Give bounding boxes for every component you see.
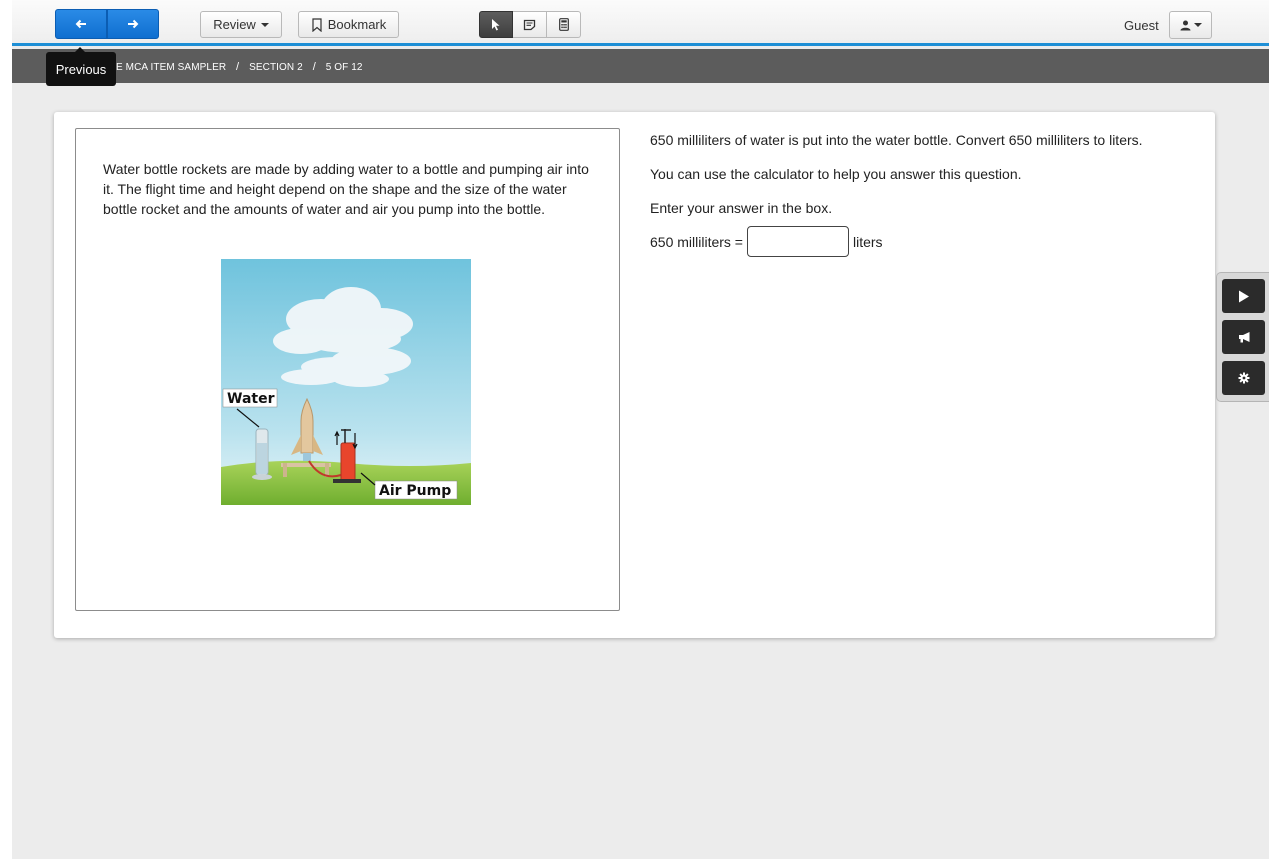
answer-input[interactable] [746,226,849,257]
gear-icon [1238,372,1249,384]
settings-button[interactable] [1222,361,1265,395]
notes-icon [523,19,536,30]
pointer-tool-button[interactable] [479,11,513,38]
passage-panel: Water bottle rockets are made by adding … [75,128,620,611]
app-frame: Review Bookmark Guest E MCA ITEM SAMPLER… [12,0,1269,859]
megaphone-icon [1238,332,1249,343]
tool-group [479,11,581,38]
caret-down-icon [1193,23,1202,27]
breadcrumb-position: 5 OF 12 [325,62,363,73]
review-dropdown-button[interactable]: Review [200,11,282,38]
air-pump-label: Air Pump [379,483,451,499]
play-icon [1238,290,1249,302]
question-prompt: 650 milliliters of water is put into the… [650,132,1143,148]
calculator-icon [558,18,569,31]
breadcrumb: E MCA ITEM SAMPLER / SECTION 2 / 5 OF 12 [116,61,363,73]
answer-instruction: Enter your answer in the box. [650,200,833,216]
side-tool-panel [1216,272,1269,402]
review-label: Review [213,17,256,32]
caret-down-icon [260,22,269,27]
user-icon [1180,20,1190,30]
rocket-scene-graphic: Water Air Pump [221,259,471,505]
calculator-tool-button[interactable] [547,11,581,38]
bookmark-button[interactable]: Bookmark [298,11,399,38]
answer-prefix: 650 milliliters = [650,233,743,250]
answer-line: 650 milliliters = liters [650,226,1190,257]
breadcrumb-separator: / [312,61,316,73]
previous-button[interactable] [55,9,107,39]
user-name: Guest [1124,18,1159,33]
pointer-icon [492,19,500,31]
next-button[interactable] [107,9,159,39]
passage-text: Water bottle rockets are made by adding … [103,161,589,217]
rocket-illustration: Water Air Pump [221,259,471,505]
breadcrumb-separator: / [236,61,240,73]
breadcrumb-bar: E MCA ITEM SAMPLER / SECTION 2 / 5 OF 12 [12,49,1269,83]
calculator-note: You can use the calculator to help you a… [650,166,1022,182]
bookmark-label: Bookmark [327,17,387,32]
announce-button[interactable] [1222,320,1265,354]
arrow-right-icon [128,19,139,29]
water-label: Water [227,391,275,407]
question-panel: 650 milliliters of water is put into the… [650,130,1190,257]
arrow-left-icon [75,19,86,29]
breadcrumb-section: SECTION 2 [249,62,303,73]
previous-tooltip: Previous [46,47,116,86]
top-toolbar: Review Bookmark Guest [12,0,1269,46]
user-menu-button[interactable] [1169,11,1212,39]
notes-tool-button[interactable] [513,11,547,38]
item-card: Water bottle rockets are made by adding … [54,112,1215,638]
answer-suffix: liters [852,233,883,250]
breadcrumb-test: E MCA ITEM SAMPLER [116,62,227,73]
play-audio-button[interactable] [1222,279,1265,313]
bookmark-icon [312,17,322,32]
